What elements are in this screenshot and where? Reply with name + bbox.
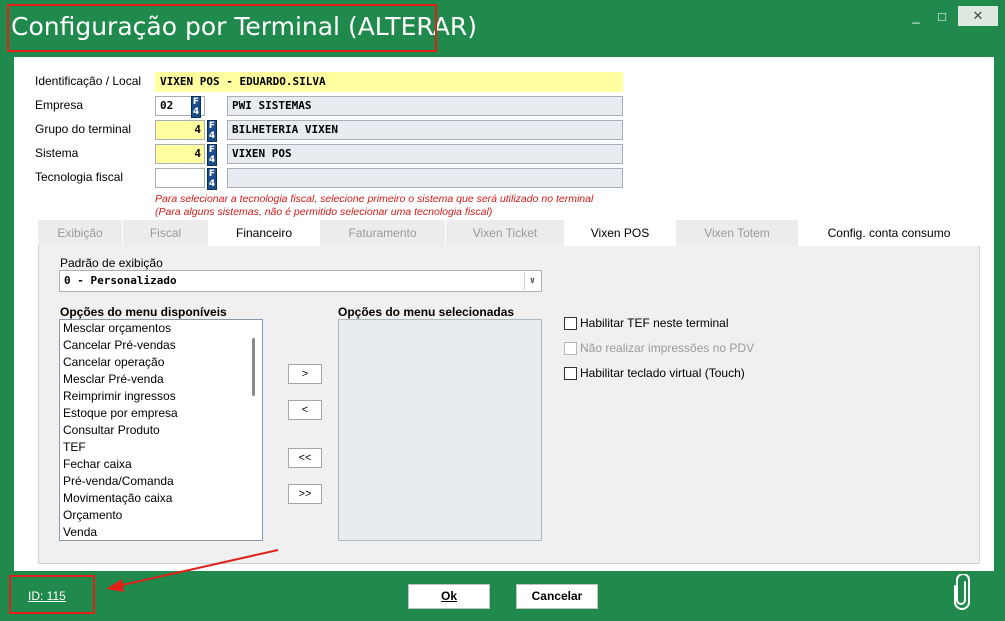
tab-faturamento[interactable]: Faturamento [320,220,446,246]
available-options-list[interactable]: Mesclar orçamentos Cancelar Pré-vendas C… [59,319,263,541]
no-print-checkbox-label: Não realizar impressões no PDV [580,341,755,355]
padrao-exibicao-label: Padrão de exibição [60,256,163,270]
tecnologia-label: Tecnologia fiscal [35,170,124,184]
maximize-icon[interactable]: □ [932,8,952,26]
paperclip-icon[interactable] [952,574,972,610]
list-item[interactable]: Cancelar Pré-vendas [60,337,262,354]
tecnologia-code-input[interactable] [155,168,205,188]
cancel-button[interactable]: Cancelar [516,584,598,609]
tab-vixen-pos[interactable]: Vixen POS [565,220,676,246]
list-item[interactable]: Cancelar operação [60,354,262,371]
tecnologia-warning-line1: Para selecionar a tecnologia fiscal, sel… [155,193,594,205]
tab-financeiro[interactable]: Financeiro [209,220,320,246]
list-item[interactable]: Pré-venda/Comanda [60,473,262,490]
tecnologia-name-field [227,168,623,188]
sistema-f4-lookup-icon[interactable]: F4 [207,144,217,166]
list-item[interactable]: Fechar caixa [60,456,262,473]
available-options-title: Opções do menu disponíveis [60,305,227,319]
tab-exibicao[interactable]: Exibição [38,220,123,246]
list-item[interactable]: Venda [60,524,262,540]
tab-fiscal[interactable]: Fiscal [123,220,209,246]
sistema-label: Sistema [35,146,79,160]
scrollbar-thumb[interactable] [252,338,255,396]
tab-config-conta-consumo[interactable]: Config. conta consumo [799,220,980,246]
list-item[interactable]: Mesclar Pré-venda [60,371,262,388]
checkbox-box[interactable] [564,316,577,330]
checkbox-box[interactable] [564,366,577,380]
empresa-label: Empresa [35,98,84,112]
id-highlight-box [9,575,95,614]
grupo-label: Grupo do terminal [35,122,132,136]
move-all-right-button[interactable]: >> [288,484,322,504]
empresa-f4-lookup-icon[interactable]: F4 [191,96,201,118]
empresa-name-field: PWI SISTEMAS [227,96,623,116]
list-item[interactable]: Consultar Produto [60,422,262,439]
sistema-name-field: VIXEN POS [227,144,623,164]
touch-keyboard-checkbox-label: Habilitar teclado virtual (Touch) [580,366,745,380]
move-left-button[interactable]: < [288,400,322,420]
identificacao-label: Identificação / Local [35,74,142,88]
grupo-name-field: BILHETERIA VIXEN [227,120,623,140]
tab-vixen-totem[interactable]: Vixen Totem [676,220,799,246]
identificacao-input[interactable]: VIXEN POS - EDUARDO.SILVA [155,72,623,92]
list-item[interactable]: Mesclar orçamentos [60,320,262,337]
list-item[interactable]: TEF [60,439,262,456]
window-frame: Configuração por Terminal (ALTERAR) _ □ … [0,0,1005,621]
tef-checkbox[interactable]: Habilitar TEF neste terminal [564,316,729,330]
minimize-icon[interactable]: _ [906,8,926,26]
checkbox-box[interactable] [564,341,577,355]
grupo-code-input[interactable]: 4 [155,120,205,140]
available-list-scrollbar[interactable] [245,320,262,540]
close-icon[interactable]: ✕ [958,6,998,26]
tab-vixen-ticket[interactable]: Vixen Ticket [446,220,565,246]
touch-keyboard-checkbox[interactable]: Habilitar teclado virtual (Touch) [564,366,745,380]
move-right-button[interactable]: > [288,364,322,384]
move-all-left-button[interactable]: << [288,448,322,468]
padrao-exibicao-value: 0 - Personalizado [64,274,177,287]
no-print-checkbox[interactable]: Não realizar impressões no PDV [564,341,754,355]
chevron-down-icon[interactable]: ∨ [524,272,540,290]
sistema-code-input[interactable]: 4 [155,144,205,164]
grupo-f4-lookup-icon[interactable]: F4 [207,120,217,142]
selected-options-list[interactable] [338,319,542,541]
ok-button[interactable]: Ok [408,584,490,609]
tecnologia-f4-lookup-icon[interactable]: F4 [207,168,217,190]
tecnologia-warning-line2: (Para alguns sistemas, não é permitido s… [155,206,493,218]
padrao-exibicao-select[interactable]: 0 - Personalizado ∨ [59,270,542,292]
list-item[interactable]: Estoque por empresa [60,405,262,422]
list-item[interactable]: Movimentação caixa [60,490,262,507]
title-highlight-box [7,4,437,52]
selected-options-title: Opções do menu selecionadas [338,305,515,319]
list-item[interactable]: Orçamento [60,507,262,524]
ok-button-label: Ok [440,589,457,603]
tab-strip: Exibição Fiscal Financeiro Faturamento V… [38,220,980,246]
tef-checkbox-label: Habilitar TEF neste terminal [580,316,729,330]
list-item[interactable]: Reimprimir ingressos [60,388,262,405]
